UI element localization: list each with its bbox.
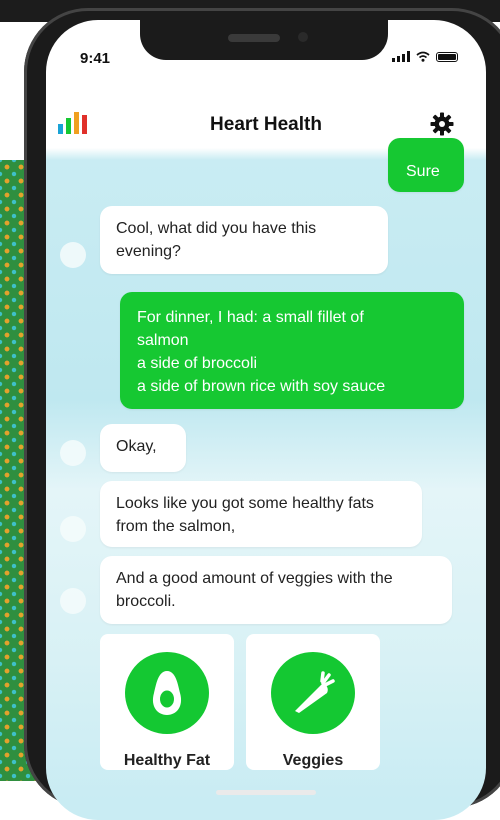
message-line: a side of brown rice with soy sauce <box>137 378 386 395</box>
food-card-veggies[interactable]: Veggies <box>246 634 380 770</box>
chat-message-bot: And a good amount of veggies with the br… <box>100 556 452 624</box>
page-title: Heart Health <box>210 114 322 135</box>
chat-message-bot: Cool, what did you have this evening? <box>100 206 388 274</box>
bot-avatar <box>60 588 86 614</box>
message-text: Looks like you got some healthy fats fro… <box>116 495 374 535</box>
bot-avatar <box>60 242 86 268</box>
home-indicator[interactable] <box>216 790 316 795</box>
message-text: Okay, <box>116 438 157 455</box>
status-icons <box>392 51 458 62</box>
chat-message-bot: Looks like you got some healthy fats fro… <box>100 481 422 547</box>
phone-notch <box>140 20 388 60</box>
message-text: Cool, what did you have this evening? <box>116 220 317 260</box>
chat-message-user: For dinner, I had: a small fillet of sal… <box>120 292 464 409</box>
speaker-grille <box>228 34 280 42</box>
message-line: salmon <box>137 332 189 349</box>
chat-message-user: Sure <box>388 138 464 192</box>
bot-avatar <box>60 440 86 466</box>
card-label: Veggies <box>282 752 344 769</box>
wifi-icon <box>416 51 430 62</box>
chat-message-bot: Okay, <box>100 424 186 472</box>
signal-icon <box>392 51 410 62</box>
carrot-icon <box>271 652 355 734</box>
message-line: For dinner, I had: a small fillet of <box>137 309 364 326</box>
phone-screen: 9:41 Heart Health Sure Cool, what did yo… <box>46 20 486 820</box>
message-text: Sure <box>406 163 440 180</box>
message-text: And a good amount of veggies with the br… <box>116 570 393 610</box>
avocado-icon <box>125 652 209 734</box>
card-label: Healthy Fat <box>123 752 211 769</box>
food-card-healthy-fat[interactable]: Healthy Fat <box>100 634 234 770</box>
front-camera <box>298 32 308 42</box>
status-time: 9:41 <box>80 50 111 67</box>
battery-icon <box>436 51 458 62</box>
message-line: a side of broccoli <box>137 355 258 372</box>
gear-icon[interactable] <box>430 112 454 136</box>
bot-avatar <box>60 516 86 542</box>
